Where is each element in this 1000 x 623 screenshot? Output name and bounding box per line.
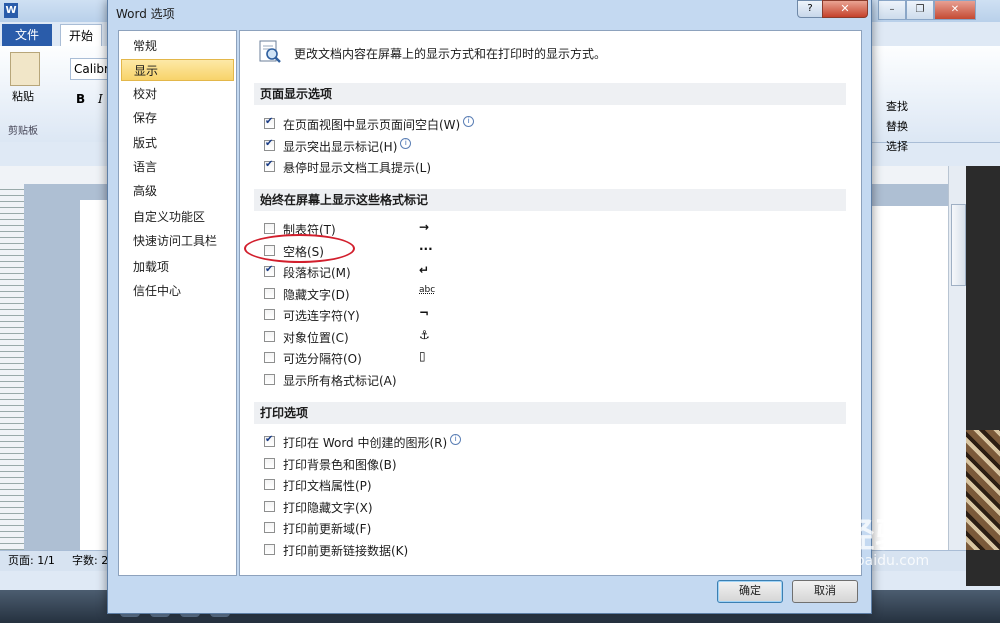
anchor-icon: ⚓ bbox=[419, 328, 430, 342]
nav-item-advanced[interactable]: 高级 bbox=[121, 180, 234, 202]
ok-button[interactable]: 确定 bbox=[717, 580, 783, 603]
option-label: 打印前更新域(F) bbox=[283, 522, 372, 536]
annotation-ellipse bbox=[244, 234, 355, 263]
paragraph-mark-icon: ↵ bbox=[419, 263, 430, 277]
clipboard-group-label: 剪贴板 bbox=[8, 126, 38, 137]
checkbox[interactable] bbox=[264, 374, 275, 385]
checkbox[interactable] bbox=[264, 264, 275, 277]
option-label: 段落标记(M) bbox=[283, 266, 351, 280]
option-label: 可选连字符(Y) bbox=[283, 309, 360, 323]
checkbox[interactable] bbox=[264, 159, 275, 172]
vertical-ruler bbox=[0, 184, 25, 550]
nav-item-quick-access-toolbar[interactable]: 快速访问工具栏 bbox=[121, 230, 234, 252]
checkbox[interactable] bbox=[264, 331, 275, 342]
paste-icon[interactable] bbox=[10, 52, 40, 86]
quick-access-toolbar[interactable] bbox=[0, 142, 110, 164]
checkbox[interactable] bbox=[264, 544, 275, 555]
word-options-dialog: Word 选项 ? ✕ 常规 显示 校对 保存 版式 语言 高级 自定义功能区 … bbox=[107, 0, 872, 614]
option-label: 悬停时显示文档工具提示(L) bbox=[283, 161, 432, 175]
replace-button[interactable]: 替换 bbox=[886, 118, 908, 134]
checkbox[interactable] bbox=[264, 138, 275, 151]
word-logo-icon: W bbox=[4, 3, 18, 18]
paste-label[interactable]: 粘贴 bbox=[12, 88, 34, 104]
option-label: 打印在 Word 中创建的图形(R) i bbox=[283, 434, 462, 451]
desktop-decoration bbox=[966, 430, 1000, 550]
checkbox[interactable] bbox=[264, 309, 275, 320]
status-page[interactable]: 页面: 1/1 bbox=[8, 551, 55, 571]
options-content: 更改文档内容在屏幕上的显示方式和在打印时的显示方式。 页面显示选项 在页面视图中… bbox=[239, 30, 862, 576]
checkbox[interactable] bbox=[264, 501, 275, 512]
checkbox[interactable] bbox=[264, 352, 275, 363]
option-label: 打印前更新链接数据(K) bbox=[283, 544, 409, 558]
checkbox[interactable] bbox=[264, 288, 275, 299]
find-button[interactable]: 查找 bbox=[886, 98, 908, 114]
nav-item-add-ins[interactable]: 加载项 bbox=[121, 256, 234, 278]
display-description: 更改文档内容在屏幕上的显示方式和在打印时的显示方式。 bbox=[294, 47, 607, 61]
nav-item-customize-ribbon[interactable]: 自定义功能区 bbox=[121, 206, 234, 228]
option-label: 隐藏文字(D) bbox=[283, 288, 350, 302]
status-word-count[interactable]: 字数: 2 bbox=[72, 551, 108, 571]
option-label: 显示所有格式标记(A) bbox=[283, 374, 397, 388]
option-label: 对象位置(C) bbox=[283, 331, 349, 345]
optional-break-icon: ▯ bbox=[419, 349, 426, 363]
section-page-display: 页面显示选项 bbox=[254, 83, 846, 105]
option-label: 打印文档属性(P) bbox=[283, 479, 372, 493]
option-label: 打印背景色和图像(B) bbox=[283, 458, 397, 472]
restore-button[interactable]: ❐ bbox=[906, 0, 934, 20]
nav-item-layout[interactable]: 版式 bbox=[121, 132, 234, 154]
option-label: 显示突出显示标记(H) i bbox=[283, 138, 412, 155]
option-label: 打印隐藏文字(X) bbox=[283, 501, 373, 515]
dialog-close-button[interactable]: ✕ bbox=[822, 0, 868, 18]
info-icon: i bbox=[400, 138, 412, 149]
tab-home[interactable]: 开始 bbox=[60, 24, 102, 47]
tab-mark-icon: → bbox=[419, 220, 430, 234]
section-printing: 打印选项 bbox=[254, 402, 846, 424]
nav-item-trust-center[interactable]: 信任中心 bbox=[121, 280, 234, 302]
nav-item-language[interactable]: 语言 bbox=[121, 156, 234, 178]
info-icon: i bbox=[450, 434, 462, 445]
baidu-watermark: Bai 经验 bbox=[764, 516, 911, 556]
checkbox[interactable] bbox=[264, 116, 275, 129]
section-formatting-marks: 始终在屏幕上显示这些格式标记 bbox=[254, 189, 846, 211]
info-icon: i bbox=[463, 116, 475, 127]
nav-item-general[interactable]: 常规 bbox=[121, 35, 234, 57]
checkbox[interactable] bbox=[264, 458, 275, 469]
nav-item-save[interactable]: 保存 bbox=[121, 107, 234, 129]
checkbox[interactable] bbox=[264, 479, 275, 490]
checkbox[interactable] bbox=[264, 223, 275, 234]
word-close-button[interactable]: ✕ bbox=[934, 0, 976, 20]
display-magnifier-icon bbox=[259, 40, 281, 63]
nav-item-display[interactable]: 显示 bbox=[121, 59, 234, 81]
minimize-button[interactable]: – bbox=[878, 0, 906, 20]
space-mark-icon: ··· bbox=[419, 242, 433, 256]
hidden-text-mark-icon: abc bbox=[419, 285, 436, 295]
checkbox[interactable] bbox=[264, 434, 275, 447]
scroll-thumb[interactable] bbox=[951, 204, 966, 286]
option-label: 可选分隔符(O) bbox=[283, 352, 362, 366]
vertical-scrollbar[interactable] bbox=[948, 166, 967, 550]
nav-item-proofing[interactable]: 校对 bbox=[121, 83, 234, 105]
cancel-button[interactable]: 取消 bbox=[792, 580, 858, 603]
dialog-title: Word 选项 bbox=[116, 7, 175, 21]
select-button[interactable]: 选择 bbox=[886, 138, 908, 154]
document-page-right[interactable] bbox=[872, 206, 948, 550]
watermark-url: jingyan.baidu.com bbox=[800, 553, 930, 569]
help-button[interactable]: ? bbox=[797, 0, 823, 18]
option-label: 在页面视图中显示页面间空白(W) i bbox=[283, 116, 475, 133]
italic-button[interactable]: I bbox=[98, 92, 103, 106]
options-nav: 常规 显示 校对 保存 版式 语言 高级 自定义功能区 快速访问工具栏 加载项 … bbox=[118, 30, 237, 576]
optional-hyphen-icon: ¬ bbox=[419, 306, 430, 320]
tab-file[interactable]: 文件 bbox=[2, 24, 52, 46]
checkbox[interactable] bbox=[264, 522, 275, 533]
bold-button[interactable]: B bbox=[76, 92, 85, 106]
document-page[interactable] bbox=[80, 200, 110, 550]
